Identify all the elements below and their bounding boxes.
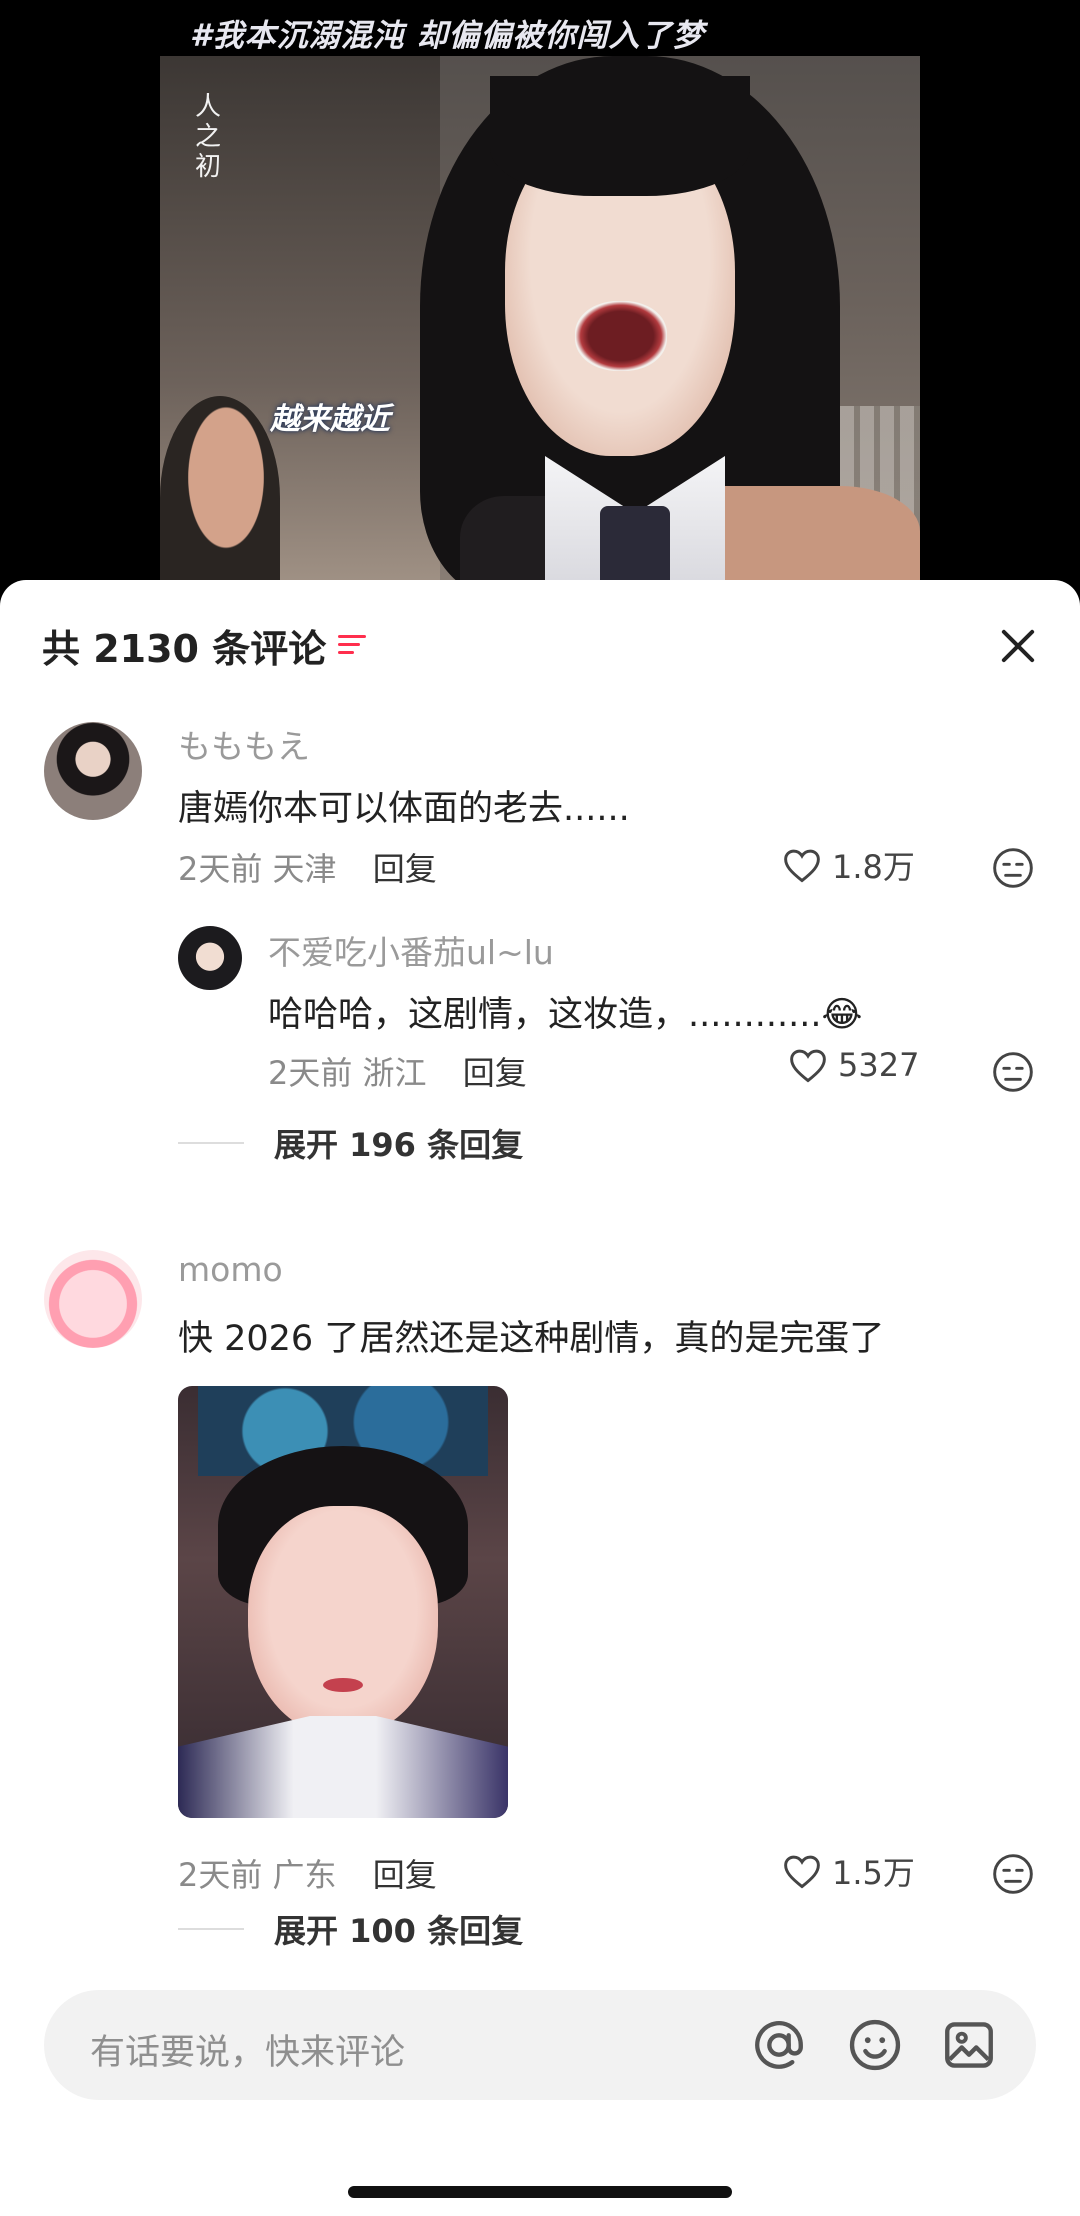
comment-location: 广东 [272, 1856, 337, 1894]
reply-button[interactable]: 回复 [373, 1856, 437, 1894]
video-caption: #我本沉溺混沌 却偏偏被你闯入了梦 [190, 18, 705, 54]
reply-username[interactable]: 不爱吃小番茄ul~lu [268, 926, 554, 974]
comment-username[interactable]: momo [178, 1250, 283, 1289]
dislike-icon[interactable] [991, 1852, 1035, 1896]
heart-icon [784, 849, 820, 883]
comment-input-bar[interactable]: 有话要说，快来评论 [44, 1990, 1036, 2100]
avatar[interactable] [44, 722, 142, 820]
reply-button[interactable]: 回复 [373, 850, 437, 888]
reply-button[interactable]: 回复 [463, 1054, 527, 1092]
like-count: 1.8万 [832, 848, 915, 886]
avatar[interactable] [178, 926, 242, 990]
comment-time: 2天前 [178, 850, 263, 888]
comment-sheet: 共 2130 条评论 もももえ 唐嫣你本可以体面的老去...... 2天前 天津… [0, 580, 1080, 2216]
dislike-icon[interactable] [991, 846, 1035, 890]
background-person [160, 396, 280, 600]
comment-text[interactable]: 快 2026 了居然还是这种剧情，真的是完蛋了 [178, 1310, 884, 1361]
divider [178, 1142, 244, 1144]
like-count: 1.5万 [832, 1854, 915, 1892]
laughing-emoji-icon: 😂 [821, 995, 863, 1035]
like-button[interactable]: 1.8万 [782, 842, 915, 888]
comment-username[interactable]: もももえ [178, 720, 310, 768]
reply-meta: 2天前 浙江 回复 [268, 1048, 527, 1094]
reply-location: 浙江 [362, 1054, 427, 1092]
video-subtitle: 越来越近 [270, 402, 390, 437]
like-button[interactable]: 5327 [788, 1046, 919, 1084]
comment-location: 天津 [272, 850, 337, 888]
heart-icon [790, 1049, 826, 1083]
video-frame[interactable]: 人之初 越来越近 [160, 56, 920, 600]
like-button[interactable]: 1.5万 [782, 1848, 915, 1894]
comment-count-title: 共 2130 条评论 [42, 626, 327, 671]
reply-time: 2天前 [268, 1054, 353, 1092]
comment-meta: 2天前 天津 回复 [178, 844, 437, 890]
divider [178, 1928, 244, 1930]
video-player[interactable]: #我本沉溺混沌 却偏偏被你闯入了梦 人之初 越来越近 [0, 0, 1080, 600]
at-icon[interactable] [750, 2016, 808, 2074]
channel-logo: 人之初 [194, 92, 221, 182]
heart-icon [784, 1855, 820, 1889]
comment-text[interactable]: 唐嫣你本可以体面的老去...... [178, 780, 630, 831]
comment-input[interactable]: 有话要说，快来评论 [90, 2024, 405, 2075]
expand-replies-button[interactable]: 展开 196 条回复 [178, 1120, 523, 1166]
comment-meta: 2天前 广东 回复 [178, 1850, 437, 1896]
image-icon[interactable] [940, 2016, 998, 2074]
avatar[interactable] [44, 1250, 142, 1348]
like-count: 5327 [838, 1046, 920, 1084]
filter-icon[interactable] [338, 632, 368, 658]
dislike-icon[interactable] [991, 1050, 1035, 1094]
home-indicator[interactable] [348, 2186, 732, 2198]
comment-time: 2天前 [178, 1856, 263, 1894]
sheet-header: 共 2130 条评论 [42, 620, 368, 671]
comment-image[interactable] [178, 1386, 508, 1818]
expand-replies-button[interactable]: 展开 100 条回复 [178, 1906, 523, 1952]
reply-text[interactable]: 哈哈哈，这剧情，这妆造，............😂 [268, 986, 862, 1037]
emoji-icon[interactable] [846, 2016, 904, 2074]
close-icon[interactable] [998, 626, 1038, 666]
